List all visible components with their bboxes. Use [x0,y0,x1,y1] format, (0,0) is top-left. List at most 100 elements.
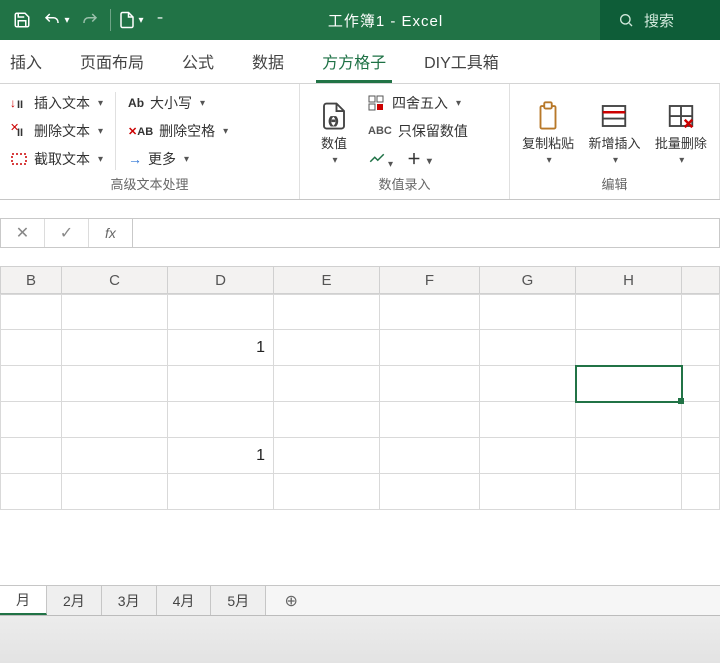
col-header-H[interactable]: H [576,266,682,294]
cancel-formula-button[interactable]: ✕ [1,219,45,247]
cell[interactable] [682,366,720,402]
col-header-G[interactable]: G [480,266,576,294]
cell[interactable] [480,474,576,510]
arrow-right-icon: → [128,151,142,167]
insert-text-button[interactable]: ↓II 插入文本▾ [8,90,105,116]
cell[interactable] [682,402,720,438]
cell[interactable] [0,330,62,366]
cell[interactable] [168,366,274,402]
confirm-formula-button[interactable]: ✓ [45,219,89,247]
batch-delete-button[interactable]: 批量删除 ▾ [655,90,707,172]
cmd-label: 批量删除 [655,136,707,151]
cell[interactable] [480,294,576,330]
redo-button[interactable] [74,4,106,36]
undo-button[interactable]: ▾ [40,4,72,36]
spreadsheet-grid[interactable]: B C D E F G H 1 1 [0,266,720,510]
sheet-tab[interactable]: 2月 [47,586,102,615]
check-icon: ✓ [60,223,73,243]
selected-cell[interactable] [576,366,682,402]
keep-number-button[interactable]: ABC 只保留数值 [366,118,470,144]
tab-page-layout[interactable]: 页面布局 [74,39,150,83]
insert-text-icon: ↓II [10,94,28,112]
cell[interactable] [274,402,380,438]
tab-diy-toolbox[interactable]: DIY工具箱 [418,39,505,83]
cell[interactable] [274,438,380,474]
cell[interactable] [274,294,380,330]
cell[interactable] [682,438,720,474]
cell[interactable] [0,438,62,474]
col-header-edge[interactable] [682,266,720,294]
cmd-label: 删除文本 [34,121,90,141]
add-sheet-button[interactable]: ⊕ [266,586,316,615]
group-label: 编辑 [518,172,711,197]
round-button[interactable]: 四舍五入▾ [366,90,470,116]
cell[interactable] [480,438,576,474]
cell[interactable] [576,438,682,474]
cell[interactable] [576,402,682,438]
cell[interactable] [380,294,480,330]
save-button[interactable] [6,4,38,36]
cell[interactable] [62,366,168,402]
sheet-tab[interactable]: 月 [0,586,47,615]
case-button[interactable]: Ab 大小写▾ [126,90,230,116]
qat-customize-button[interactable]: ⁼ [149,4,171,36]
cut-text-button[interactable]: 截取文本▾ [8,146,105,172]
col-header-B[interactable]: B [0,266,62,294]
cell[interactable] [62,402,168,438]
cell[interactable] [62,294,168,330]
cell[interactable] [380,402,480,438]
tab-data[interactable]: 数据 [246,39,290,83]
more-button[interactable]: → 更多▾ [126,146,230,172]
add-button[interactable]: ＋ ▾ [407,149,432,169]
cell[interactable] [576,474,682,510]
cell[interactable] [380,474,480,510]
tab-formulas[interactable]: 公式 [176,39,220,83]
save-as-button[interactable]: ▾ [115,4,147,36]
cell[interactable] [0,294,62,330]
insert-new-button[interactable]: 新增插入 ▾ [588,90,640,172]
cell[interactable] [274,330,380,366]
cell[interactable] [576,294,682,330]
group-number-entry: (-) 数值▾ 四舍五入▾ ABC 只保留数值 ▾ ＋ ▾ [300,84,510,199]
cell[interactable]: 1 [168,438,274,474]
cell[interactable] [682,294,720,330]
sheet-tab[interactable]: 3月 [102,586,157,615]
cell[interactable] [682,330,720,366]
cell[interactable] [0,402,62,438]
cell[interactable] [62,438,168,474]
search-box[interactable]: 搜索 [600,0,720,40]
cell[interactable] [0,366,62,402]
number-button[interactable]: (-) 数值▾ [308,90,360,172]
col-header-C[interactable]: C [62,266,168,294]
fx-label[interactable]: fx [89,219,133,247]
cell[interactable] [576,330,682,366]
cell[interactable]: 1 [168,330,274,366]
cell[interactable] [274,366,380,402]
cell[interactable] [380,330,480,366]
delete-space-button[interactable]: ✕AB 删除空格▾ [126,118,230,144]
format-painter-button[interactable]: ▾ [368,149,393,170]
cell[interactable] [480,366,576,402]
cell[interactable] [62,474,168,510]
cell[interactable] [0,474,62,510]
cell[interactable] [480,402,576,438]
cell[interactable] [380,438,480,474]
cell[interactable] [168,474,274,510]
cell[interactable] [168,294,274,330]
col-header-E[interactable]: E [274,266,380,294]
cell[interactable] [62,330,168,366]
delete-text-button[interactable]: ✕II 删除文本▾ [8,118,105,144]
sheet-tab[interactable]: 5月 [211,586,266,615]
col-header-F[interactable]: F [380,266,480,294]
copy-paste-button[interactable]: 复制粘贴 ▾ [522,90,574,172]
cell[interactable] [682,474,720,510]
cell[interactable] [480,330,576,366]
cell[interactable] [274,474,380,510]
cell[interactable] [380,366,480,402]
formula-input[interactable] [133,219,719,247]
tab-insert[interactable]: 插入 [4,39,48,83]
cell[interactable] [168,402,274,438]
sheet-tab[interactable]: 4月 [157,586,212,615]
tab-ffgz[interactable]: 方方格子 [316,39,392,83]
col-header-D[interactable]: D [168,266,274,294]
